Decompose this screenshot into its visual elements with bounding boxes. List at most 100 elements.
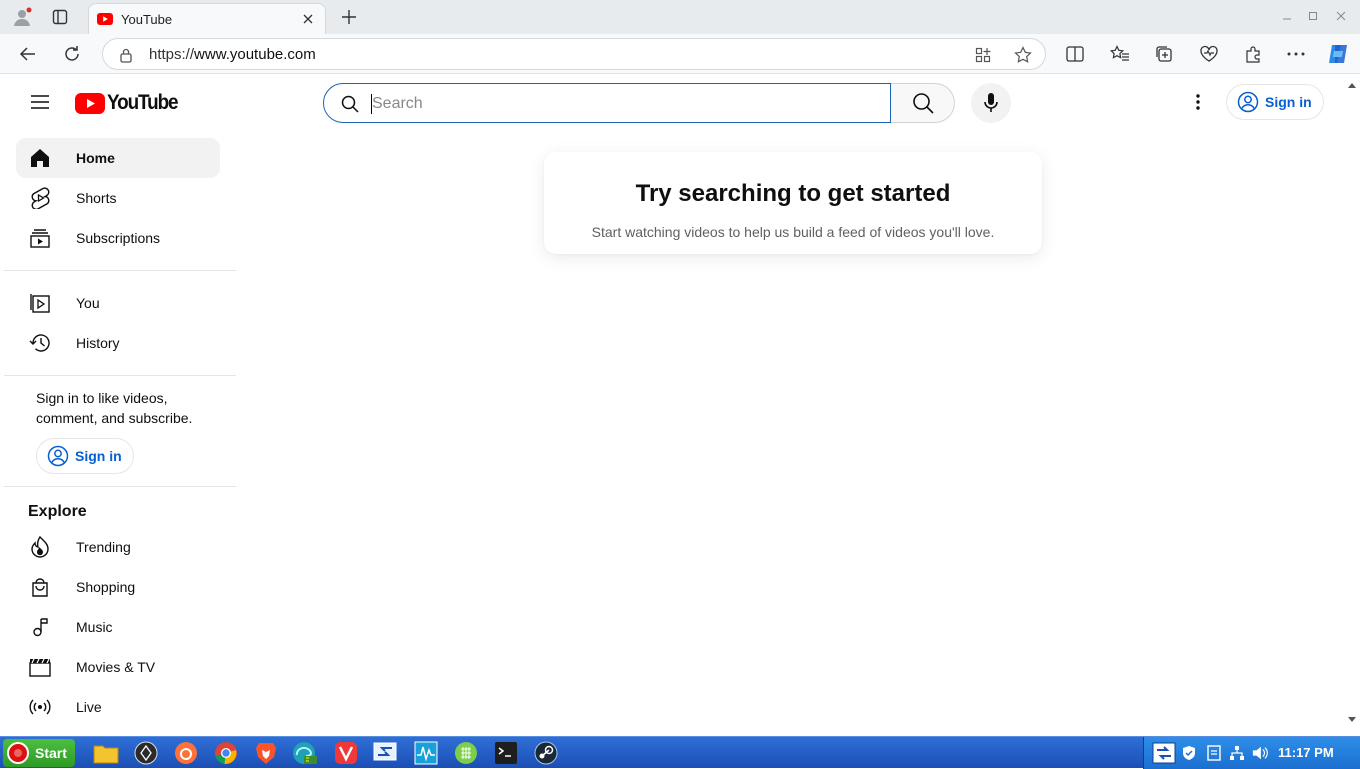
sidebar-item-trending[interactable]: Trending	[16, 527, 220, 567]
favorite-star-icon[interactable]	[1013, 45, 1033, 65]
empty-feed-subtitle: Start watching videos to help us build a…	[591, 224, 995, 240]
vivaldi-icon[interactable]	[331, 740, 361, 766]
sidebar-item-you[interactable]: You	[16, 283, 220, 323]
collections-icon[interactable]	[1151, 41, 1177, 67]
system-monitor-icon[interactable]	[411, 740, 441, 766]
subscriptions-icon	[28, 226, 52, 250]
steam-icon[interactable]	[531, 740, 561, 766]
microphone-icon	[984, 93, 998, 112]
youtube-logo[interactable]: YouTube	[75, 91, 185, 115]
url-host: www.youtube.com	[194, 46, 316, 63]
sidebar-item-live[interactable]: Live	[16, 687, 220, 727]
explore-heading: Explore	[28, 503, 87, 520]
sidebar-item-subscriptions[interactable]: Subscriptions	[16, 218, 220, 258]
close-tab-icon[interactable]	[299, 10, 317, 28]
app-available-icon[interactable]	[973, 45, 993, 65]
search-box[interactable]	[323, 83, 891, 123]
url-scheme: https://	[149, 46, 195, 63]
search-input[interactable]	[372, 92, 872, 116]
more-options-icon[interactable]	[1283, 41, 1309, 67]
shopping-icon	[28, 575, 52, 599]
security-shield-icon[interactable]	[1181, 745, 1197, 761]
browser-tab-strip: YouTube	[0, 0, 1360, 34]
youtube-page: YouTube Sign in Home Shorts	[4, 74, 1344, 734]
network-icon[interactable]	[1229, 745, 1245, 761]
tab-youtube[interactable]: YouTube	[88, 3, 326, 34]
text-caret	[371, 94, 372, 114]
page-scrollbar[interactable]	[1344, 74, 1360, 734]
empty-feed-title: Try searching to get started	[635, 180, 951, 207]
sidebar-item-shorts[interactable]: Shorts	[16, 178, 220, 218]
trending-icon	[28, 535, 52, 559]
home-icon	[28, 146, 52, 170]
terminal-icon[interactable]	[491, 740, 521, 766]
search-icon	[341, 95, 359, 113]
maximize-icon[interactable]	[1305, 8, 1321, 24]
sidebar-item-label: Movies & TV	[76, 659, 156, 675]
tab-actions-icon[interactable]	[49, 6, 71, 28]
remote-desktop-icon[interactable]	[371, 740, 401, 766]
sidebar-item-movies[interactable]: Movies & TV	[16, 647, 220, 687]
clipboard-icon[interactable]	[1206, 745, 1222, 761]
copilot-icon[interactable]	[1325, 41, 1351, 67]
sidebar-item-home[interactable]: Home	[16, 138, 220, 178]
profile-icon[interactable]	[11, 6, 33, 28]
sidebar-item-label: History	[76, 335, 120, 351]
edge-dev-icon[interactable]	[290, 740, 320, 766]
browser-essentials-icon[interactable]	[1196, 41, 1222, 67]
split-screen-icon[interactable]	[1062, 41, 1088, 67]
calculator-grid-icon[interactable]	[451, 740, 481, 766]
network-manager-icon[interactable]	[1152, 742, 1176, 764]
address-bar[interactable]: https://www.youtube.com	[102, 38, 1046, 70]
sidebar-item-shopping[interactable]: Shopping	[16, 567, 220, 607]
brave-icon[interactable]	[251, 740, 281, 766]
back-icon[interactable]	[15, 41, 41, 67]
taskbar: Start 11:17 PM	[0, 736, 1360, 769]
guide-sidebar: Home Shorts Subscriptions You History Si…	[4, 138, 236, 727]
history-icon	[28, 331, 52, 355]
sidebar-divider	[4, 375, 236, 376]
sidebar-item-label: Shorts	[76, 190, 117, 206]
extensions-icon[interactable]	[1240, 41, 1266, 67]
empty-feed-card: Try searching to get started Start watch…	[544, 152, 1042, 254]
refresh-icon[interactable]	[59, 41, 85, 67]
taskbar-clock[interactable]: 11:17 PM	[1278, 745, 1334, 760]
sidebar-item-history[interactable]: History	[16, 323, 220, 363]
volume-icon[interactable]	[1252, 745, 1268, 761]
signin-button-header[interactable]: Sign in	[1226, 84, 1324, 120]
sidebar-item-label: Home	[76, 150, 115, 166]
account-circle-icon	[47, 445, 69, 467]
signin-label: Sign in	[75, 448, 122, 464]
sidebar-item-music[interactable]: Music	[16, 607, 220, 647]
favorites-icon[interactable]	[1107, 41, 1133, 67]
search-button[interactable]	[891, 83, 955, 123]
sidebar-item-label: Music	[76, 619, 113, 635]
start-label: Start	[35, 745, 67, 761]
account-circle-icon	[1237, 91, 1259, 113]
guide-menu-icon[interactable]	[26, 90, 54, 114]
sidebar-item-label: Shopping	[76, 579, 136, 595]
browser-toolbar: https://www.youtube.com	[0, 34, 1360, 74]
search-submit-icon	[912, 93, 934, 114]
signin-label: Sign in	[1265, 94, 1312, 110]
new-tab-button[interactable]	[338, 6, 360, 28]
chrome-icon[interactable]	[211, 740, 241, 766]
lock-icon[interactable]	[119, 47, 133, 63]
logo-text: YouTube	[107, 91, 179, 114]
sidebar-item-label: Live	[76, 699, 102, 715]
signin-prompt-text: Sign in to like videos, comment, and sub…	[36, 390, 193, 426]
voice-search-button[interactable]	[971, 83, 1011, 123]
signin-button-sidebar[interactable]: Sign in	[36, 438, 134, 474]
media-app-icon[interactable]	[131, 740, 161, 766]
file-manager-icon[interactable]	[91, 740, 121, 766]
music-icon	[28, 615, 52, 639]
movies-icon	[28, 655, 52, 679]
minimize-icon[interactable]	[1279, 8, 1295, 24]
tab-title: YouTube	[121, 12, 173, 27]
sidebar-divider	[4, 270, 236, 271]
start-button[interactable]: Start	[3, 739, 75, 767]
settings-kebab-icon[interactable]	[1186, 90, 1210, 114]
close-window-icon[interactable]	[1333, 8, 1349, 24]
url-text: https://www.youtube.com	[149, 46, 316, 63]
firefox-icon[interactable]	[171, 740, 201, 766]
